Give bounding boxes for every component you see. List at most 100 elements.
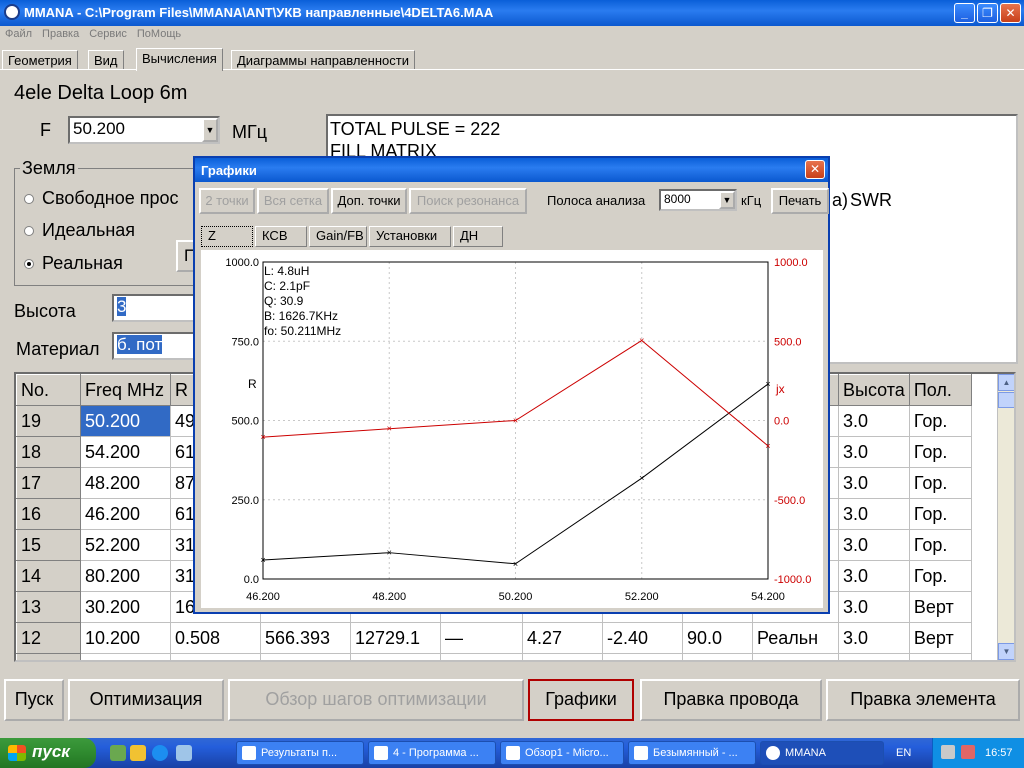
tab-gain-fb[interactable]: Gain/FB xyxy=(309,226,367,247)
table-cell[interactable]: 50.200 xyxy=(80,405,171,437)
col-header[interactable]: Freq MHz xyxy=(80,374,171,406)
ground-option-real[interactable]: Реальная xyxy=(24,253,123,274)
table-cell[interactable]: Гор. xyxy=(908,405,972,437)
maximize-button[interactable]: ❐ xyxy=(977,3,998,23)
table-cell[interactable]: Гор. xyxy=(908,653,972,660)
table-cell[interactable]: 90.0 xyxy=(682,622,753,654)
ground-option-free[interactable]: Свободное прос xyxy=(24,188,179,209)
table-cell[interactable]: — xyxy=(440,622,523,654)
table-cell[interactable]: 3.0 xyxy=(838,436,910,468)
table-cell[interactable]: -0.01 xyxy=(602,653,683,660)
row-number-cell[interactable]: 19 xyxy=(16,405,81,437)
task-paint[interactable]: Безымянный - ... xyxy=(628,741,756,765)
extra-points-button[interactable]: Доп. точки xyxy=(331,188,407,214)
scroll-thumb[interactable] xyxy=(998,392,1014,408)
table-cell[interactable]: 566.393 xyxy=(260,622,351,654)
material-combo[interactable]: б. пот xyxy=(112,332,200,360)
task-word[interactable]: Обзор1 - Micro... xyxy=(500,741,624,765)
table-cell[interactable]: 3.0 xyxy=(838,529,910,561)
quicklaunch-icon[interactable] xyxy=(110,745,126,761)
row-number-cell[interactable]: 16 xyxy=(16,498,81,530)
task-program[interactable]: 4 - Программа ... xyxy=(368,741,496,765)
review-steps-button[interactable]: Обзор шагов оптимизации xyxy=(228,679,524,721)
tab-settings[interactable]: Установки xyxy=(369,226,451,247)
row-number-cell[interactable]: 11 xyxy=(16,653,81,660)
table-cell[interactable]: 46.200 xyxy=(80,498,171,530)
table-cell[interactable]: 3.0 xyxy=(838,591,910,623)
table-cell[interactable]: 4.27 xyxy=(522,622,603,654)
menu-service[interactable]: Сервис xyxy=(84,26,132,42)
chevron-down-icon[interactable]: ▼ xyxy=(719,191,735,209)
tray-icon[interactable] xyxy=(941,745,955,759)
tab-swr[interactable]: КСВ xyxy=(255,226,307,247)
two-points-button[interactable]: 2 точки xyxy=(199,188,255,214)
row-number-cell[interactable]: 15 xyxy=(16,529,81,561)
row-number-cell[interactable]: 14 xyxy=(16,560,81,592)
scroll-up-icon[interactable]: ▲ xyxy=(998,374,1014,391)
table-cell[interactable]: Гор. xyxy=(908,467,972,499)
start-calc-button[interactable]: Пуск xyxy=(4,679,64,721)
row-number-cell[interactable]: 18 xyxy=(16,436,81,468)
table-cell[interactable]: Верт xyxy=(908,591,972,623)
edit-wire-button[interactable]: Правка провода xyxy=(640,679,822,721)
table-cell[interactable]: 3.0 xyxy=(838,498,910,530)
optimize-button[interactable]: Оптимизация xyxy=(68,679,224,721)
col-header[interactable]: No. xyxy=(16,374,81,406)
menu-help[interactable]: ПоМощь xyxy=(132,26,186,42)
table-cell[interactable]: Реальн xyxy=(752,622,839,654)
tab-calculations[interactable]: Вычисления xyxy=(136,48,223,71)
table-scrollbar[interactable]: ▲ ▼ xyxy=(997,374,1014,660)
col-header[interactable]: Пол. xyxy=(908,374,972,406)
bandwidth-combo[interactable]: 8000 ▼ xyxy=(659,189,737,211)
edit-element-button[interactable]: Правка элемента xyxy=(826,679,1020,721)
table-cell[interactable] xyxy=(440,653,523,660)
quicklaunch-icon[interactable] xyxy=(130,745,146,761)
table-cell[interactable]: 12729.1 xyxy=(350,622,441,654)
table-row[interactable]: 12 10.200 0.508 566.393 12729.1—4.27 -2.40 90.… xyxy=(16,622,972,654)
table-cell[interactable]: 52.200 xyxy=(80,529,171,561)
scroll-down-icon[interactable]: ▼ xyxy=(998,643,1014,660)
tab-view[interactable]: Вид xyxy=(88,50,124,70)
table-cell[interactable]: 0.508 xyxy=(170,622,261,654)
table-cell[interactable]: 48.200 xyxy=(80,467,171,499)
tab-geometry[interactable]: Геометрия xyxy=(2,50,78,70)
task-results[interactable]: Результаты п... xyxy=(236,741,364,765)
table-row[interactable]: 1170.200245.744-297.79030.10 0.00-0.0190.… xyxy=(16,653,972,660)
table-cell[interactable]: 3.0 xyxy=(838,622,910,654)
table-cell[interactable]: 80.200 xyxy=(80,560,171,592)
table-cell[interactable]: 3.0 xyxy=(838,653,910,660)
tab-z[interactable]: Z xyxy=(201,226,253,247)
find-resonance-button[interactable]: Поиск резонанса xyxy=(409,188,527,214)
freq-combo[interactable]: 50.200 ▼ xyxy=(68,116,220,144)
chevron-down-icon[interactable]: ▼ xyxy=(202,118,218,142)
table-cell[interactable]: -2.40 xyxy=(602,622,683,654)
row-number-cell[interactable]: 12 xyxy=(16,622,81,654)
table-cell[interactable]: Реальн xyxy=(752,653,839,660)
height-input[interactable]: 3 xyxy=(112,294,200,322)
quicklaunch-icon[interactable] xyxy=(176,745,192,761)
col-header[interactable]: Высота xyxy=(838,374,910,406)
table-cell[interactable]: 30.200 xyxy=(80,591,171,623)
task-mmana[interactable]: MMANA xyxy=(760,741,884,765)
table-cell[interactable]: 70.200 xyxy=(80,653,171,660)
row-number-cell[interactable]: 17 xyxy=(16,467,81,499)
table-cell[interactable]: 3.0 xyxy=(838,560,910,592)
table-cell[interactable]: Гор. xyxy=(908,436,972,468)
table-cell[interactable]: 54.200 xyxy=(80,436,171,468)
table-cell[interactable]: 3.0 xyxy=(838,467,910,499)
ie-icon[interactable] xyxy=(152,745,168,761)
tray-icon[interactable] xyxy=(961,745,975,759)
menu-file[interactable]: Файл xyxy=(0,26,37,42)
print-button[interactable]: Печать xyxy=(771,188,829,214)
table-cell[interactable]: -297.790 xyxy=(260,653,351,660)
language-indicator[interactable]: EN xyxy=(896,747,911,759)
table-cell[interactable]: 245.744 xyxy=(170,653,261,660)
table-cell[interactable]: Верт xyxy=(908,622,972,654)
full-grid-button[interactable]: Вся сетка xyxy=(257,188,329,214)
table-cell[interactable]: 30.10 xyxy=(350,653,441,660)
menu-edit[interactable]: Правка xyxy=(37,26,84,42)
table-cell[interactable]: Гор. xyxy=(908,498,972,530)
row-number-cell[interactable]: 13 xyxy=(16,591,81,623)
close-button[interactable]: ✕ xyxy=(1000,3,1021,23)
minimize-button[interactable]: _ xyxy=(954,3,975,23)
